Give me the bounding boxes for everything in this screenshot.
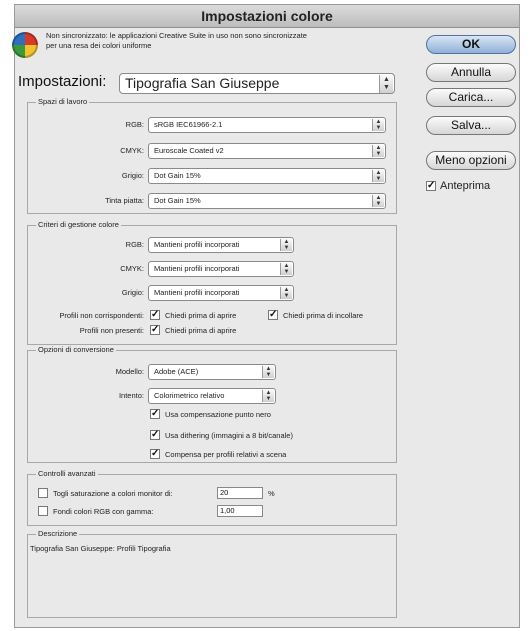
compensate-checkbox[interactable]: ✓ — [150, 449, 160, 459]
updown-arrows-icon: ▲ ▼ — [262, 390, 274, 402]
ws-spot-select[interactable]: Dot Gain 15% ▲ ▼ — [148, 193, 386, 209]
updown-arrows-icon: ▲ ▼ — [372, 119, 384, 131]
engine-select[interactable]: Adobe (ACE) ▲ ▼ — [148, 364, 276, 380]
ws-gray-value: Dot Gain 15% — [154, 171, 201, 180]
intent-label: Intento: — [118, 391, 144, 400]
ws-gray-select[interactable]: Dot Gain 15% ▲ ▼ — [148, 168, 386, 184]
preview-checkbox[interactable]: ✓ — [426, 181, 436, 191]
updown-arrows-icon: ▲ ▼ — [280, 263, 292, 275]
dialog-title: Impostazioni colore — [15, 5, 519, 28]
policy-gray-value: Mantieni profili incorporati — [154, 288, 240, 297]
desaturate-label: Togli saturazione a colori monitor di: — [53, 489, 173, 498]
updown-arrows-icon: ▲ ▼ — [379, 75, 393, 93]
policy-cmyk-label: CMYK: — [120, 264, 144, 273]
updown-arrows-icon: ▲ ▼ — [280, 287, 292, 299]
policy-gray-label: Grigio: — [121, 288, 144, 297]
updown-arrows-icon: ▲ ▼ — [372, 195, 384, 207]
ws-gray-label: Grigio: — [121, 171, 144, 180]
sync-notice: Non sincronizzato: le applicazioni Creat… — [46, 31, 307, 50]
advanced-group: Controlli avanzati — [27, 469, 397, 526]
ws-cmyk-label: CMYK: — [120, 146, 144, 155]
description-title: Descrizione — [36, 529, 80, 538]
updown-arrows-icon: ▲ ▼ — [280, 239, 292, 251]
blend-gamma-checkbox[interactable] — [38, 506, 48, 516]
updown-arrows-icon: ▲ ▼ — [372, 170, 384, 182]
policy-rgb-label: RGB: — [125, 240, 144, 249]
conversion-title: Opzioni di conversione — [36, 345, 116, 354]
compensate-label: Compensa per profili relativi a scena — [165, 450, 287, 459]
policy-rgb-select[interactable]: Mantieni profili incorporati ▲ ▼ — [148, 237, 294, 253]
save-button[interactable]: Salva... — [426, 116, 516, 135]
desaturate-input[interactable]: 20 — [217, 487, 263, 499]
updown-arrows-icon: ▲ ▼ — [372, 145, 384, 157]
ask-paste-checkbox[interactable]: ✓ — [268, 310, 278, 320]
settings-select[interactable]: Tipografia San Giuseppe ▲ ▼ — [119, 73, 395, 94]
engine-label: Modello: — [115, 367, 144, 376]
blend-gamma-input[interactable]: 1,00 — [217, 505, 263, 517]
desaturate-unit: % — [268, 489, 275, 498]
blend-gamma-label: Fondi colori RGB con gamma: — [53, 507, 154, 516]
advanced-title: Controlli avanzati — [36, 469, 98, 478]
cancel-button[interactable]: Annulla — [426, 63, 516, 82]
preview-label: Anteprima — [440, 180, 491, 192]
ws-spot-value: Dot Gain 15% — [154, 196, 201, 205]
policy-cmyk-value: Mantieni profili incorporati — [154, 264, 240, 273]
ws-spot-label: Tinta piatta: — [105, 196, 144, 205]
ws-cmyk-select[interactable]: Euroscale Coated v2 ▲ ▼ — [148, 143, 386, 159]
policy-rgb-value: Mantieni profili incorporati — [154, 240, 240, 249]
policies-title: Criteri di gestione colore — [36, 220, 121, 229]
mismatch-label: Profili non corrispondenti: — [59, 311, 144, 320]
settings-value: Tipografia San Giuseppe — [125, 75, 280, 91]
description-text: Tipografia San Giuseppe: Profili Tipogra… — [30, 544, 171, 553]
load-button[interactable]: Carica... — [426, 88, 516, 107]
black-point-label: Usa compensazione punto nero — [165, 410, 271, 419]
ws-cmyk-value: Euroscale Coated v2 — [154, 146, 224, 155]
ws-rgb-select[interactable]: sRGB IEC61966-2.1 ▲ ▼ — [148, 117, 386, 133]
missing-label: Profili non presenti: — [79, 326, 144, 335]
dither-checkbox[interactable]: ✓ — [150, 430, 160, 440]
ask-open-label: Chiedi prima di aprire — [165, 311, 237, 320]
workspaces-title: Spazi di lavoro — [36, 97, 90, 106]
creative-suite-logo-icon — [12, 32, 38, 58]
ask-paste-label: Chiedi prima di incollare — [283, 311, 364, 320]
intent-value: Colorimetrico relativo — [154, 391, 225, 400]
ask-open-missing-label: Chiedi prima di aprire — [165, 326, 237, 335]
intent-select[interactable]: Colorimetrico relativo ▲ ▼ — [148, 388, 276, 404]
desaturate-checkbox[interactable] — [38, 488, 48, 498]
black-point-checkbox[interactable]: ✓ — [150, 409, 160, 419]
ws-rgb-value: sRGB IEC61966-2.1 — [154, 120, 223, 129]
updown-arrows-icon: ▲ ▼ — [262, 366, 274, 378]
policy-cmyk-select[interactable]: Mantieni profili incorporati ▲ ▼ — [148, 261, 294, 277]
settings-label: Impostazioni: — [18, 73, 107, 90]
ask-open-missing-checkbox[interactable]: ✓ — [150, 325, 160, 335]
engine-value: Adobe (ACE) — [154, 367, 199, 376]
ok-button[interactable]: OK — [426, 35, 516, 54]
ask-open-checkbox[interactable]: ✓ — [150, 310, 160, 320]
fewer-options-button[interactable]: Meno opzioni — [426, 151, 516, 170]
ws-rgb-label: RGB: — [125, 120, 144, 129]
policy-gray-select[interactable]: Mantieni profili incorporati ▲ ▼ — [148, 285, 294, 301]
dither-label: Usa dithering (immagini a 8 bit/canale) — [165, 431, 293, 440]
